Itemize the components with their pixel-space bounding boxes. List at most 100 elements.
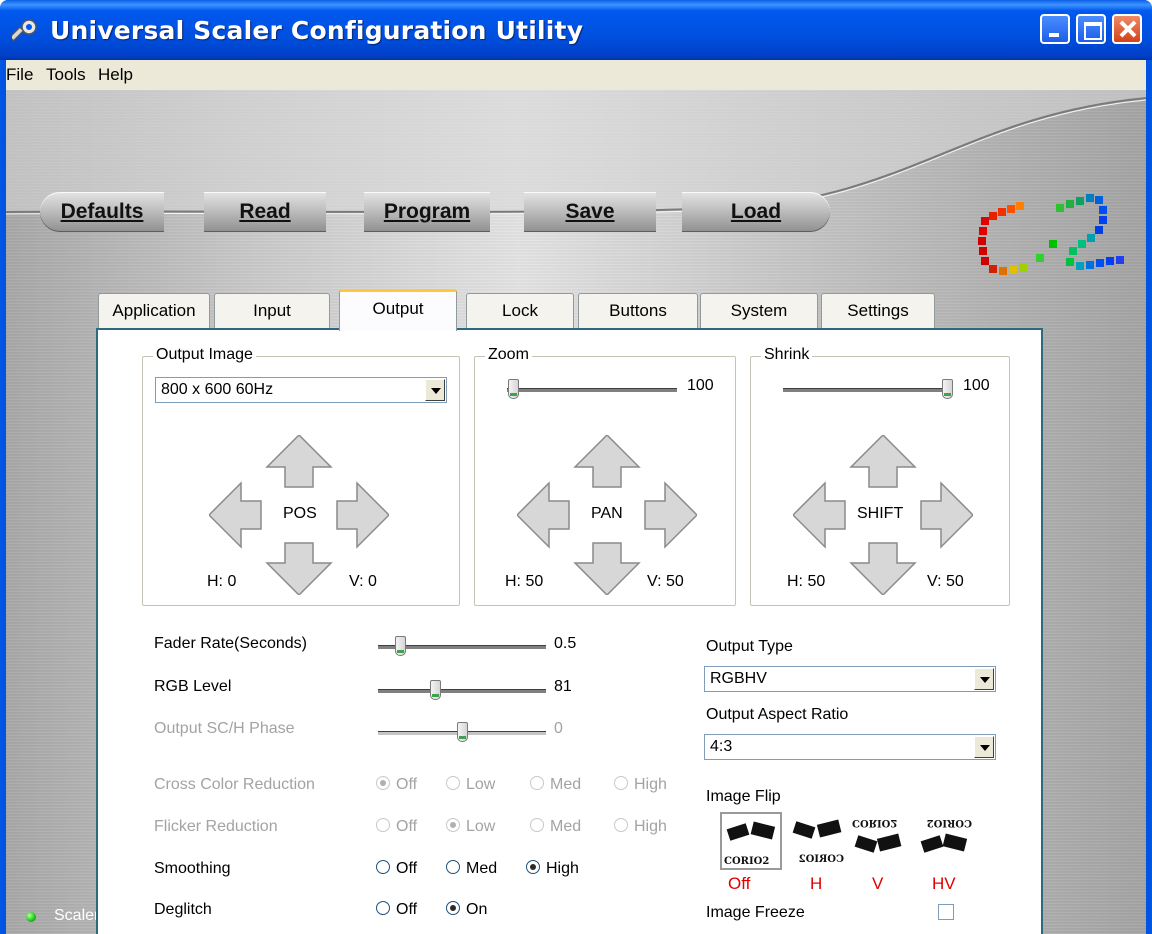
image-freeze-checkbox[interactable] [938,904,954,920]
down-arrow-icon [265,542,333,595]
load-button[interactable]: Load [682,192,830,232]
shift-v-readout: V: 50 [927,573,964,590]
menu-file[interactable]: File [6,65,33,85]
svg-text:CORIO2: CORIO2 [799,854,844,865]
close-button[interactable] [1112,14,1142,44]
cross-color-low: Low [446,775,495,794]
chevron-down-icon[interactable] [425,379,445,401]
output-image-value: 800 x 600 60Hz [161,381,274,398]
output-image-select[interactable]: 800 x 600 60Hz [155,377,447,403]
smoothing-high[interactable]: High [526,859,579,878]
rgb-level-thumb[interactable] [430,680,442,700]
aspect-ratio-value: 4:3 [710,738,733,755]
output-image-group: Output Image 800 x 600 60Hz POS H: 0 V: … [142,346,460,606]
zoom-value: 100 [687,377,714,394]
rgb-level-slider[interactable] [378,680,546,702]
pan-arrow-pad: PAN [517,435,697,595]
h-readout: H: 0 [207,573,237,590]
cross-color-high: High [614,775,667,794]
tab-input[interactable]: Input [214,293,330,329]
wrench-icon [12,19,37,42]
pos-label: POS [281,505,319,523]
tab-buttons[interactable]: Buttons [578,293,698,329]
aspect-ratio-select[interactable]: 4:3 [704,734,996,760]
flip-h-icon[interactable]: CORIO2 [788,812,846,866]
shift-h-readout: H: 50 [787,573,826,590]
window-title: Universal Scaler Configuration Utility [50,16,584,45]
chevron-down-icon[interactable] [974,736,994,758]
fader-rate-slider[interactable] [378,636,546,658]
up-arrow-icon [265,435,333,488]
read-button[interactable]: Read [204,192,326,232]
up-arrow-icon [573,435,641,488]
right-arrow-icon [644,481,697,549]
sc-h-phase-value: 0 [554,720,563,737]
output-image-title: Output Image [153,346,256,364]
pan-v-readout: V: 50 [647,573,684,590]
menu-bar: File Tools Help [6,60,1146,90]
flicker-high: High [614,817,667,836]
menu-tools[interactable]: Tools [46,65,86,85]
cross-color-med: Med [530,775,581,794]
output-type-select[interactable]: RGBHV [704,666,996,692]
chevron-down-icon[interactable] [974,668,994,690]
aspect-ratio-label: Output Aspect Ratio [706,706,849,723]
flicker-med: Med [530,817,581,836]
flip-off-icon[interactable]: CORIO2 [720,812,782,870]
status-led-icon [26,912,36,922]
smoothing-med[interactable]: Med [446,859,497,878]
flip-hv-icon[interactable]: CORIO2 [916,812,974,866]
svg-text:CORIO2: CORIO2 [852,817,897,828]
cross-color-off: Off [376,775,417,794]
deglitch-off[interactable]: Off [376,900,417,919]
client-area: File Tools Help Defaults Read Program Sa… [6,60,1146,934]
minimize-button[interactable] [1040,14,1070,44]
sc-h-phase-thumb [457,722,468,742]
zoom-group: Zoom 100 PAN H: 50 V: 50 [474,346,736,606]
save-button[interactable]: Save [524,192,656,232]
flip-h-label: H [810,874,823,893]
shrink-slider-thumb[interactable] [942,379,953,399]
right-arrow-icon [920,481,973,549]
tab-output[interactable]: Output [339,289,457,331]
sc-h-phase-label: Output SC/H Phase [154,720,295,737]
sc-h-phase-slider [378,722,546,744]
shift-arrow-pad: SHIFT [793,435,973,595]
maximize-button[interactable] [1076,14,1106,44]
flicker-label: Flicker Reduction [154,818,278,835]
svg-text:CORIO2: CORIO2 [927,817,972,828]
output-type-value: RGBHV [710,670,767,687]
cross-color-label: Cross Color Reduction [154,776,315,793]
pos-arrow-pad: POS [209,435,389,595]
tab-system[interactable]: System [700,293,818,329]
smoothing-label: Smoothing [154,860,231,877]
zoom-slider[interactable] [507,379,677,401]
left-arrow-icon [209,481,262,549]
tab-application[interactable]: Application [98,293,210,329]
pan-label: PAN [589,505,625,523]
program-button[interactable]: Program [364,192,490,232]
flip-v-icon[interactable]: CORIO2 [850,812,908,866]
defaults-button[interactable]: Defaults [40,192,164,232]
rgb-level-value: 81 [554,678,572,695]
menu-help[interactable]: Help [98,65,133,85]
smoothing-off[interactable]: Off [376,859,417,878]
right-arrow-icon [336,481,389,549]
deglitch-on[interactable]: On [446,900,487,919]
image-freeze-label: Image Freeze [706,904,805,921]
left-arrow-icon [793,481,846,549]
output-type-label: Output Type [706,638,793,655]
tab-settings[interactable]: Settings [821,293,935,329]
zoom-slider-thumb[interactable] [508,379,519,399]
shrink-title: Shrink [761,346,813,364]
tab-lock[interactable]: Lock [466,293,574,329]
zoom-title: Zoom [485,346,532,364]
fader-rate-thumb[interactable] [394,636,406,656]
shrink-slider[interactable] [783,379,953,401]
shift-label: SHIFT [855,505,906,523]
fader-rate-value: 0.5 [554,635,577,652]
output-panel: Output Image 800 x 600 60Hz POS H: 0 V: … [96,328,1043,934]
title-bar[interactable]: Universal Scaler Configuration Utility [0,0,1152,60]
rgb-level-label: RGB Level [154,678,232,695]
corio2-logo [971,182,1141,312]
